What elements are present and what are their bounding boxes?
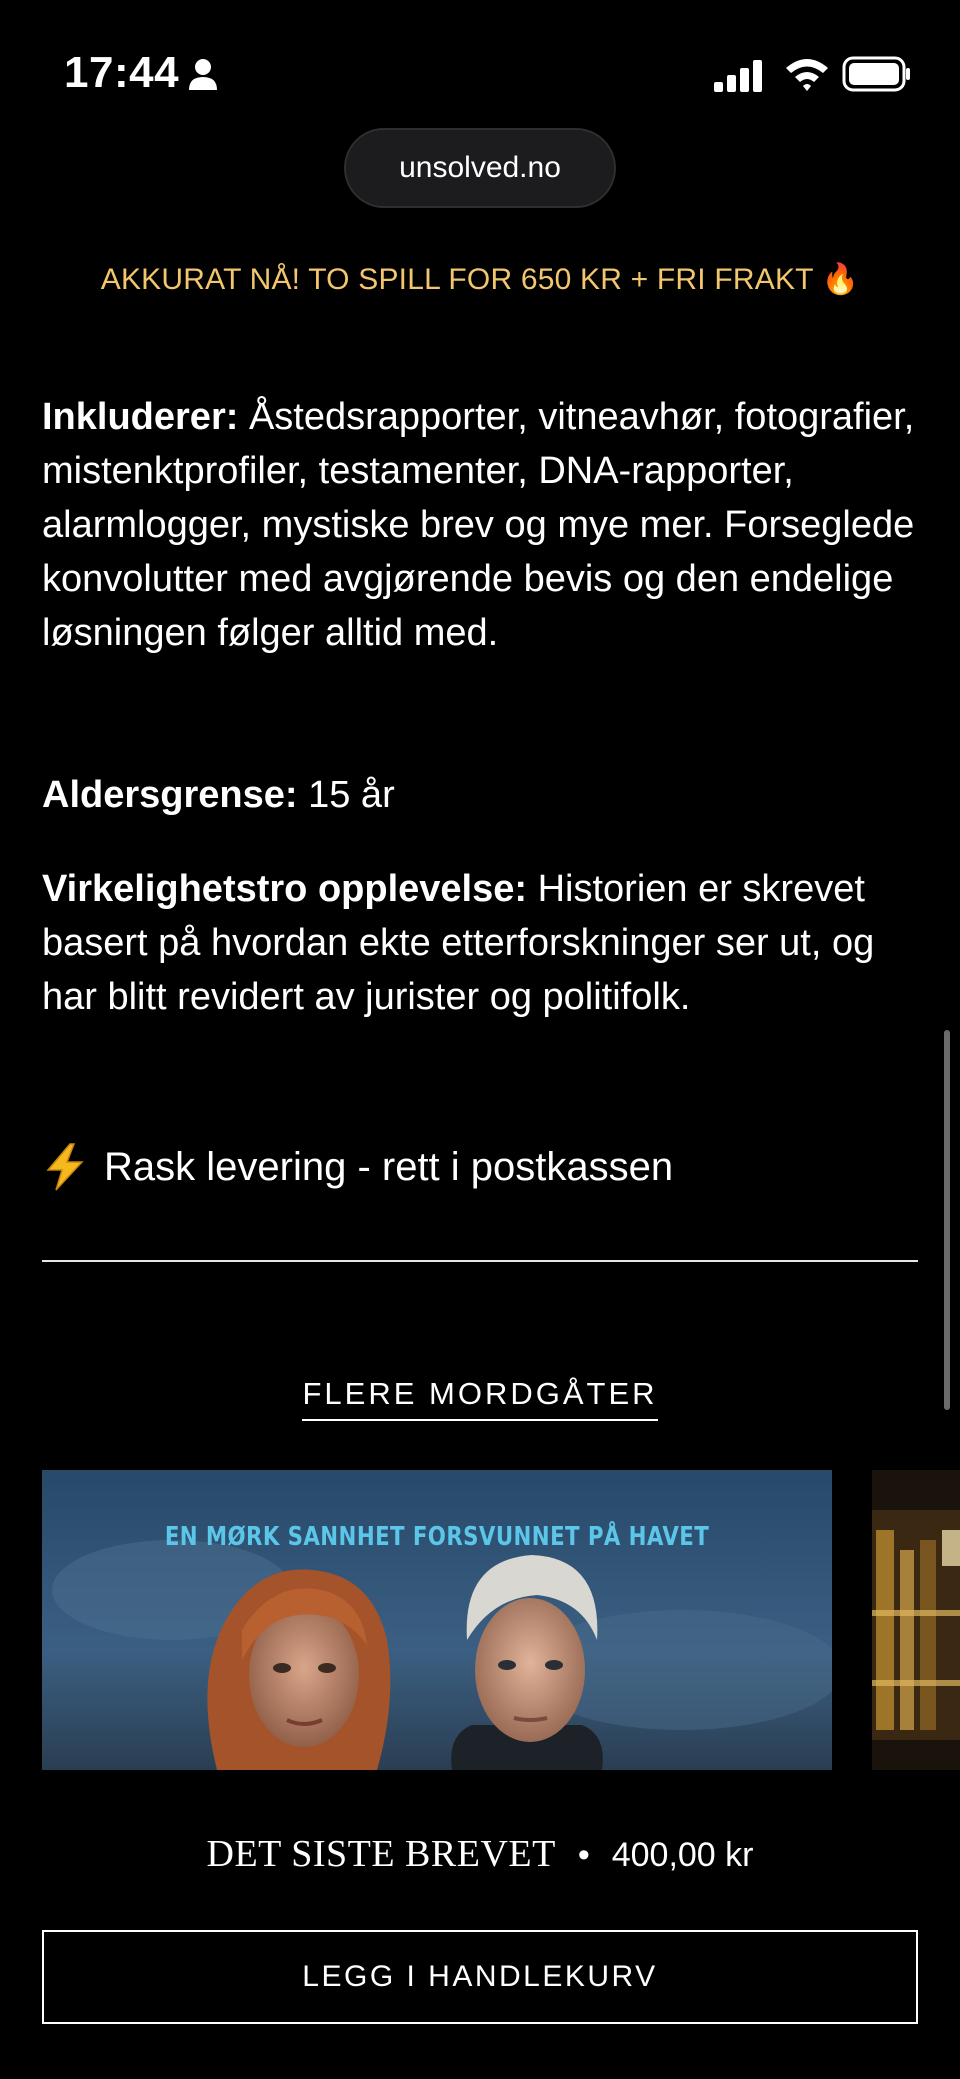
delivery-line: Rask levering - rett i postkassen [42,1140,922,1194]
delivery-text: Rask levering - rett i postkassen [104,1145,674,1189]
separator-dot: • [577,1836,590,1874]
more-games-title[interactable]: FLERE MORDGÅTER [0,1376,960,1421]
divider [42,1260,918,1262]
product-name[interactable]: DET SISTE BREVET [207,1833,556,1875]
product-image[interactable]: EN MØRK SANNHET FORSVUNNET PÅ HAVET [42,1470,832,1770]
signal-icon [714,60,762,92]
url-text: unsolved.no [399,151,561,184]
includes-paragraph: Inkluderer: Åstedsrapporter, vitneavhør,… [42,390,922,660]
product-artwork [42,1470,832,1770]
lightning-bolt-icon [46,1143,84,1191]
status-time: 17:44 [64,48,180,97]
age-label: Aldersgrense: [42,774,298,816]
battery-icon [842,56,910,92]
realism-paragraph: Virkelighetstro opplevelse: Historien er… [42,862,922,1024]
person-icon [189,59,217,90]
add-to-cart-button[interactable]: LEGG I HANDLEKURV [42,1930,918,2024]
promo-banner[interactable]: AKKURAT NÅ! TO SPILL FOR 650 KR + FRI FR… [0,262,960,297]
next-product-artwork [872,1470,960,1770]
age-value: 15 år [297,774,395,816]
product-price: 400,00 kr [611,1836,754,1874]
url-bar[interactable]: unsolved.no [344,128,616,208]
product-info: DET SISTE BREVET • 400,00 kr [0,1832,960,1876]
age-paragraph: Aldersgrense: 15 år [42,768,922,822]
next-product-image[interactable] [872,1470,960,1770]
wifi-icon [786,59,828,91]
more-games-link[interactable]: FLERE MORDGÅTER [302,1376,658,1421]
realism-label: Virkelighetstro opplevelse: [42,868,528,910]
scrollbar[interactable] [944,1030,950,1410]
includes-label: Inkluderer: [42,396,239,438]
product-image-tagline: EN MØRK SANNHET FORSVUNNET PÅ HAVET [164,1522,710,1552]
